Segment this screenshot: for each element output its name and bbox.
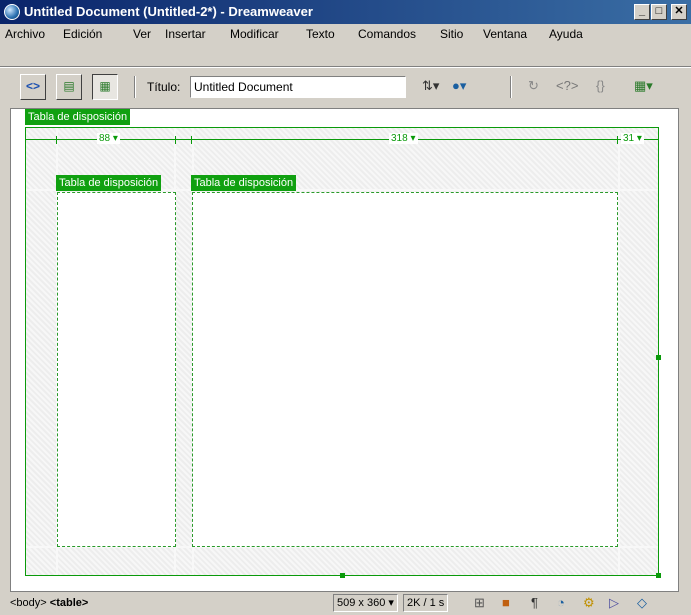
view-options-icon[interactable]: ▦▾: [634, 78, 653, 98]
code-inspector-icon[interactable]: ◇: [637, 595, 647, 611]
layout-cell-left[interactable]: [57, 192, 176, 547]
resize-handle-right[interactable]: [656, 355, 661, 360]
resize-handle-corner[interactable]: [656, 573, 661, 578]
preview-browser-icon[interactable]: ●▾: [452, 78, 466, 98]
behaviors-icon[interactable]: ⚙: [583, 595, 595, 611]
toolbar-separator-rule: [0, 66, 691, 68]
column-width-ruler: 88 ▾ 318 ▾ 31 ▾: [25, 133, 659, 144]
menu-ventana[interactable]: Ventana: [483, 27, 527, 41]
menu-bar: Archivo Edición Ver Insertar Modificar T…: [0, 24, 691, 44]
menu-ver[interactable]: Ver: [133, 27, 151, 41]
site-map-icon[interactable]: ⊞: [474, 595, 485, 611]
refresh-icon[interactable]: ↻: [528, 78, 539, 98]
menu-ayuda[interactable]: Ayuda: [549, 27, 583, 41]
minimize-button[interactable]: _: [634, 4, 650, 20]
menu-edicion[interactable]: Edición: [63, 27, 102, 41]
title-bar: Untitled Document (Untitled-2*) - Dreamw…: [0, 0, 691, 24]
close-button[interactable]: ✕: [671, 4, 687, 20]
document-title-input[interactable]: [190, 76, 406, 98]
column-width-label[interactable]: 318 ▾: [389, 133, 418, 144]
column-width-label[interactable]: 31 ▾: [621, 133, 644, 144]
menu-texto[interactable]: Texto: [306, 27, 335, 41]
maximize-button[interactable]: □: [651, 4, 667, 20]
code-navigation-icon[interactable]: <?>: [556, 78, 578, 98]
download-size: 2K / 1 s: [403, 594, 449, 612]
menu-sitio[interactable]: Sitio: [440, 27, 463, 41]
dreamweaver-app-icon: [4, 4, 20, 20]
title-label: Título:: [147, 80, 181, 94]
window-size-dropdown[interactable]: 509 x 360 ▾: [333, 594, 398, 612]
braces-icon[interactable]: {}: [596, 78, 605, 98]
layout-cell-right[interactable]: [192, 192, 618, 547]
design-view-icon: ▦: [99, 79, 111, 93]
html-styles-icon[interactable]: ¶: [531, 595, 538, 610]
assets-icon[interactable]: ■: [502, 595, 510, 610]
code-view-icon: <>: [25, 79, 40, 93]
ruler-tick: [56, 136, 57, 144]
column-width-value: 31: [623, 133, 635, 144]
split-view-button[interactable]: ▤: [56, 74, 82, 100]
ruler-tick: [175, 136, 176, 144]
tag-selector: <body> <table>: [10, 597, 88, 609]
window-title: Untitled Document (Untitled-2*) - Dreamw…: [24, 4, 313, 19]
tag-table[interactable]: <table>: [50, 597, 89, 609]
file-transfer-icon[interactable]: ⇅▾: [422, 78, 439, 98]
menu-archivo[interactable]: Archivo: [5, 27, 45, 41]
ruler-tick: [191, 136, 192, 144]
toolbar-divider-2: [510, 76, 512, 98]
layout-cell-tab-right[interactable]: Tabla de disposición: [191, 175, 297, 191]
document-window[interactable]: Tabla de disposición Tabla de disposició…: [10, 108, 679, 592]
menu-insertar[interactable]: Insertar: [165, 27, 206, 41]
column-width-label[interactable]: 88 ▾: [97, 133, 120, 144]
status-bar: <body> <table> 509 x 360 ▾ 2K / 1 s ⊞ ■ …: [0, 593, 691, 615]
layout-cell-tab-left[interactable]: Tabla de disposición: [56, 175, 162, 191]
tag-body[interactable]: <body>: [10, 597, 47, 609]
column-width-value: 318: [391, 133, 408, 144]
menu-comandos[interactable]: Comandos: [358, 27, 416, 41]
toolbar-divider: [134, 76, 136, 98]
window-size-value: 509 x 360: [337, 597, 386, 609]
menu-modificar[interactable]: Modificar: [230, 27, 279, 41]
layout-grid-line: [618, 128, 620, 575]
ruler-tick: [658, 136, 659, 144]
css-styles-icon[interactable]: ◔: [557, 595, 565, 610]
timelines-icon[interactable]: ▷: [609, 595, 619, 611]
layout-table-tab[interactable]: Tabla de disposición: [25, 109, 131, 125]
resize-handle-bottom[interactable]: [340, 573, 345, 578]
ruler-line: [25, 139, 659, 140]
design-view-button[interactable]: ▦: [92, 74, 118, 100]
layout-table[interactable]: [25, 127, 659, 576]
split-view-icon: ▤: [63, 79, 75, 93]
download-size-value: 2K / 1 s: [407, 597, 445, 609]
ruler-tick: [617, 136, 618, 144]
column-width-value: 88: [99, 133, 111, 144]
code-view-button[interactable]: <>: [20, 74, 46, 100]
